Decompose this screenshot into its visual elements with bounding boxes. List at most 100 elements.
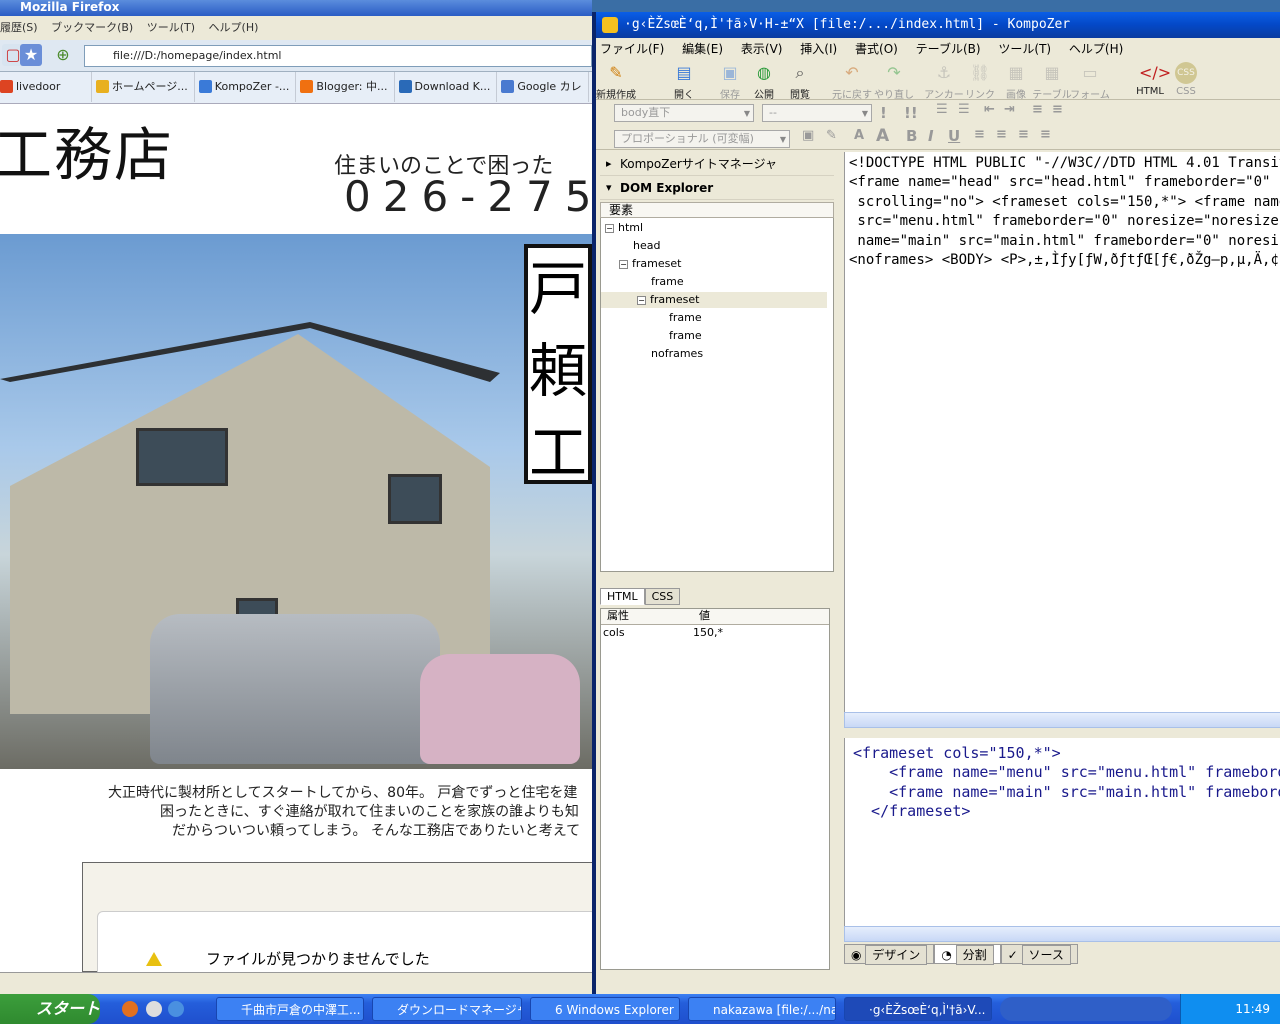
start-button[interactable]: スタート bbox=[0, 994, 100, 1024]
menu-help[interactable]: ヘルプ(H) bbox=[1069, 42, 1123, 56]
source-line: <!DOCTYPE HTML PUBLIC "-//W3C//DTD HTML … bbox=[849, 155, 1280, 171]
indent-icon[interactable]: ⇥ bbox=[1004, 102, 1015, 117]
larger-font-icon[interactable]: A bbox=[876, 126, 889, 146]
list-icon[interactable]: !! bbox=[904, 104, 918, 122]
menu-file[interactable]: ファイル(F) bbox=[600, 42, 664, 56]
bookmark-star-icon[interactable]: ★ bbox=[20, 44, 42, 66]
tree-node-frameset[interactable]: − frameset bbox=[619, 256, 681, 272]
bullet-list-icon[interactable]: ☰ bbox=[958, 102, 970, 117]
menu-format[interactable]: 書式(O) bbox=[855, 42, 898, 56]
publish-icon: ◍ bbox=[757, 63, 771, 82]
tab-source[interactable]: ✓ ソース bbox=[1000, 944, 1078, 965]
tab-css[interactable]: CSS bbox=[644, 588, 681, 605]
new-tab-icon[interactable]: ⊕ bbox=[52, 44, 74, 66]
anchor-button[interactable]: ⚓ アンカー bbox=[924, 62, 964, 101]
ie-quicklaunch-icon[interactable] bbox=[168, 1001, 184, 1017]
bookmark-kompozer[interactable]: KompoZer -... bbox=[195, 72, 297, 102]
menu-history[interactable]: 履歴(S) bbox=[0, 21, 38, 34]
bookmark-label: Blogger: 中... bbox=[316, 80, 388, 93]
media-quicklaunch-icon[interactable] bbox=[146, 1001, 162, 1017]
menu-view[interactable]: 表示(V) bbox=[741, 42, 783, 56]
form-button[interactable]: ▭ フォーム bbox=[1070, 62, 1110, 101]
collapse-icon[interactable]: − bbox=[637, 295, 646, 305]
attribute-header: 属性 値 bbox=[601, 609, 829, 625]
font-select[interactable]: プロポーショナル (可変幅) bbox=[614, 130, 790, 148]
tree-node-noframes[interactable]: noframes bbox=[651, 346, 703, 362]
menu-tools[interactable]: ツール(T) bbox=[147, 21, 195, 34]
image-button[interactable]: ▦ 画像 bbox=[996, 62, 1036, 101]
split-source-view[interactable]: <frameset cols="150,*"> <frame name="men… bbox=[844, 738, 1280, 934]
firefox-quicklaunch-icon[interactable] bbox=[122, 1001, 138, 1017]
bookmark-download[interactable]: Download K... bbox=[395, 72, 498, 102]
node-label: frame bbox=[669, 329, 702, 342]
italic-icon[interactable]: I bbox=[928, 127, 934, 145]
table-button[interactable]: ▦ テーブル bbox=[1032, 62, 1072, 101]
underline-icon[interactable]: U bbox=[948, 127, 960, 145]
bookmark-blogger[interactable]: Blogger: 中... bbox=[296, 72, 395, 102]
site-manager-section[interactable]: KompoZerサイトマネージャ bbox=[600, 152, 834, 176]
node-label: noframes bbox=[651, 347, 704, 360]
link-button[interactable]: ⛓ リンク bbox=[960, 62, 1000, 101]
horizontal-scrollbar[interactable] bbox=[844, 926, 1280, 942]
menu-help[interactable]: ヘルプ(H) bbox=[209, 21, 259, 34]
menu-table[interactable]: テーブル(B) bbox=[916, 42, 981, 56]
company-sign: 戸 頼 工 bbox=[524, 244, 592, 484]
outdent-icon[interactable]: ⇤ bbox=[984, 102, 995, 117]
align-right-icon[interactable]: ≡ bbox=[1018, 127, 1029, 142]
url-bar[interactable]: file:///D:/homepage/index.html bbox=[84, 45, 592, 67]
highlight-icon[interactable]: ✎ bbox=[826, 128, 837, 143]
tab-design[interactable]: ◉ デザイン bbox=[844, 944, 935, 965]
menu-edit[interactable]: 編集(E) bbox=[682, 42, 723, 56]
html-button[interactable]: </> HTML bbox=[1130, 62, 1171, 97]
browse-button[interactable]: ⌕ 閲覧 bbox=[780, 62, 820, 101]
redo-button[interactable]: ↷ やり直し bbox=[874, 62, 914, 101]
numbered-list-icon[interactable]: ☰ bbox=[936, 102, 948, 117]
tree-node-frame[interactable]: frame bbox=[651, 274, 684, 290]
tree-node-html[interactable]: − html bbox=[605, 220, 643, 236]
publish-button[interactable]: ◍ 公開 bbox=[744, 62, 784, 101]
css-button[interactable]: CSS CSS bbox=[1166, 62, 1206, 97]
form-icon: ▭ bbox=[1082, 63, 1098, 82]
align-left-icon[interactable]: ≡ bbox=[974, 127, 985, 142]
list-icon[interactable]: ! bbox=[880, 104, 887, 122]
tab-html[interactable]: HTML bbox=[600, 588, 645, 605]
task-kompozer-active[interactable]: ·g‹ÈŽsœÈ‘q‚Ì'†ã›V... bbox=[844, 997, 992, 1021]
open-button[interactable]: ▤ 開く bbox=[664, 62, 704, 101]
align-icon[interactable]: ≡ bbox=[1052, 102, 1063, 117]
tree-node-head[interactable]: head bbox=[633, 238, 660, 254]
bookmark-homepage[interactable]: ホームページ... bbox=[92, 72, 195, 102]
media-player-controls[interactable] bbox=[1000, 997, 1172, 1021]
style-select[interactable]: -- bbox=[762, 104, 872, 122]
menu-insert[interactable]: 挿入(I) bbox=[800, 42, 837, 56]
paragraph-format-select[interactable]: body直下 bbox=[614, 104, 754, 122]
dom-explorer-section[interactable]: DOM Explorer bbox=[600, 176, 834, 200]
tab-split[interactable]: ◔ 分割 bbox=[934, 944, 1001, 965]
attribute-row[interactable]: cols 150,* bbox=[601, 625, 829, 641]
align-center-icon[interactable]: ≡ bbox=[996, 127, 1007, 142]
task-firefox[interactable]: 千曲市戸倉の中澤工... bbox=[216, 997, 364, 1021]
align-icon[interactable]: ≡ bbox=[1032, 102, 1043, 117]
source-view[interactable]: <!DOCTYPE HTML PUBLIC "-//W3C//DTD HTML … bbox=[844, 152, 1280, 722]
bookmark-google-calendar[interactable]: Google カレ bbox=[497, 72, 589, 102]
tree-node-frame[interactable]: frame bbox=[669, 310, 702, 326]
menu-bookmarks[interactable]: ブックマーク(B) bbox=[51, 21, 133, 34]
smaller-font-icon[interactable]: A bbox=[854, 128, 864, 143]
justify-icon[interactable]: ≡ bbox=[1040, 127, 1051, 142]
attr-value[interactable]: 150,* bbox=[693, 625, 723, 641]
tree-node-frame[interactable]: frame bbox=[669, 328, 702, 344]
tree-node-frameset-selected[interactable]: − frameset bbox=[601, 292, 827, 308]
new-button[interactable]: ✎ 新規作成 bbox=[596, 62, 636, 101]
bookmark-livedoor[interactable]: livedoor bbox=[0, 72, 92, 102]
task-download-manager[interactable]: ダウンロードマネージャ bbox=[372, 997, 522, 1021]
bold-icon[interactable]: B bbox=[906, 127, 917, 145]
intro-text: 大正時代に製材所としてスタートしてから、80年。 戸倉でずっと住宅を建 困ったと… bbox=[0, 784, 592, 841]
color-icon[interactable]: ▣ bbox=[802, 128, 814, 143]
menu-tools[interactable]: ツール(T) bbox=[998, 42, 1051, 56]
collapse-icon[interactable]: − bbox=[619, 259, 628, 269]
task-windows-explorer[interactable]: 6 Windows Explorer bbox=[530, 997, 680, 1021]
task-kompozer-nakazawa[interactable]: nakazawa [file:/.../na... bbox=[688, 997, 836, 1021]
collapse-icon[interactable]: − bbox=[605, 223, 614, 233]
attr-name: cols bbox=[603, 626, 625, 639]
undo-button[interactable]: ↶ 元に戻す bbox=[832, 62, 872, 101]
horizontal-scrollbar[interactable] bbox=[844, 712, 1280, 728]
